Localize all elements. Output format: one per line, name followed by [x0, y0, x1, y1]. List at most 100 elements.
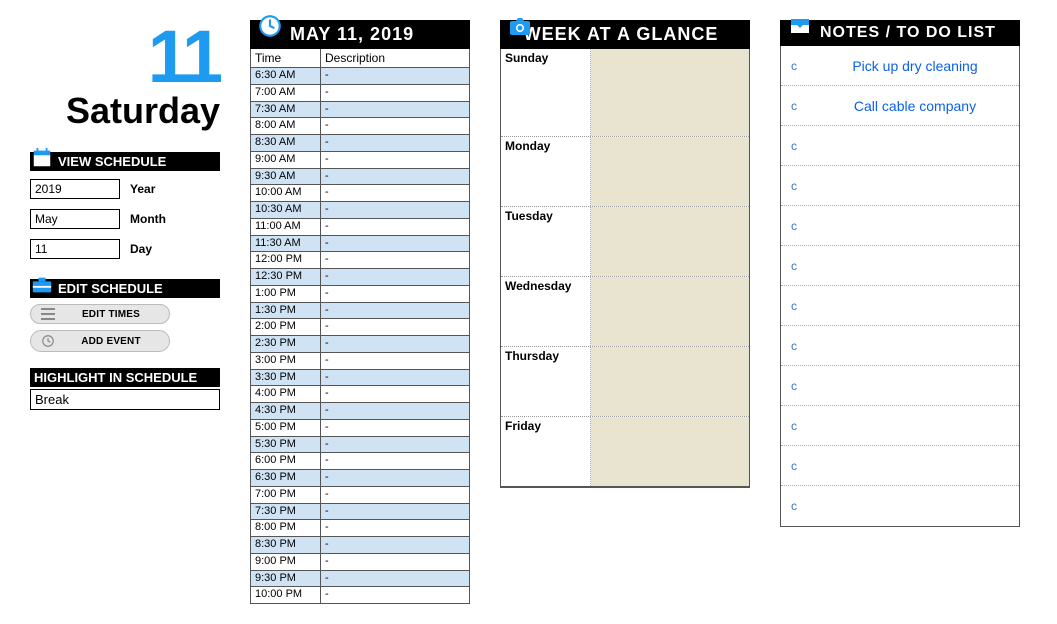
schedule-row[interactable]: 7:30 PM-	[251, 504, 469, 521]
notes-title: NOTES / TO DO LIST	[820, 24, 996, 41]
schedule-desc: -	[321, 68, 469, 84]
highlight-value[interactable]: Break	[30, 389, 220, 410]
note-row[interactable]: c	[781, 246, 1019, 286]
note-row[interactable]: c	[781, 446, 1019, 486]
calendar-icon	[30, 146, 54, 170]
schedule-row[interactable]: 11:00 AM-	[251, 219, 469, 236]
schedule-row[interactable]: 5:00 PM-	[251, 420, 469, 437]
schedule-desc: -	[321, 236, 469, 252]
schedule-row[interactable]: 7:30 AM-	[251, 102, 469, 119]
week-day-label: Monday	[501, 137, 591, 206]
schedule-row[interactable]: 10:00 AM-	[251, 185, 469, 202]
note-row[interactable]: c	[781, 486, 1019, 526]
schedule-row[interactable]: 3:00 PM-	[251, 353, 469, 370]
note-row[interactable]: c	[781, 406, 1019, 446]
schedule-row[interactable]: 4:30 PM-	[251, 403, 469, 420]
month-input[interactable]	[30, 209, 120, 229]
schedule-row[interactable]: 7:00 PM-	[251, 487, 469, 504]
schedule-row[interactable]: 2:30 PM-	[251, 336, 469, 353]
note-row[interactable]: cPick up dry cleaning	[781, 46, 1019, 86]
schedule-row[interactable]: 8:00 PM-	[251, 520, 469, 537]
toolbox-icon	[30, 273, 54, 297]
note-row[interactable]: c	[781, 366, 1019, 406]
schedule-time: 8:30 AM	[251, 135, 321, 151]
week-day-block[interactable]: Monday	[501, 137, 749, 207]
week-day-block[interactable]: Sunday	[501, 49, 749, 137]
edit-times-button[interactable]: EDIT TIMES	[30, 304, 170, 324]
note-row[interactable]: c	[781, 126, 1019, 166]
schedule-row[interactable]: 6:30 AM-	[251, 68, 469, 85]
schedule-row[interactable]: 9:30 AM-	[251, 169, 469, 186]
schedule-row[interactable]: 1:30 PM-	[251, 303, 469, 320]
year-input[interactable]	[30, 179, 120, 199]
note-bullet: c	[785, 259, 815, 273]
schedule-desc: -	[321, 169, 469, 185]
note-bullet: c	[785, 99, 815, 113]
week-day-label: Sunday	[501, 49, 591, 136]
week-day-block[interactable]: Tuesday	[501, 207, 749, 277]
week-day-content[interactable]	[591, 137, 749, 206]
schedule-desc: -	[321, 470, 469, 486]
week-day-block[interactable]: Thursday	[501, 347, 749, 417]
week-day-content[interactable]	[591, 207, 749, 276]
schedule-row[interactable]: 11:30 AM-	[251, 236, 469, 253]
edit-times-label: EDIT TIMES	[63, 309, 159, 320]
schedule-desc: -	[321, 185, 469, 201]
week-day-label: Thursday	[501, 347, 591, 416]
col-time: Time	[251, 49, 321, 67]
schedule-row[interactable]: 6:00 PM-	[251, 453, 469, 470]
schedule-row[interactable]: 2:00 PM-	[251, 319, 469, 336]
schedule-time: 9:30 AM	[251, 169, 321, 185]
note-row[interactable]: c	[781, 326, 1019, 366]
add-event-button[interactable]: ADD EVENT	[30, 330, 170, 352]
list-icon	[41, 308, 55, 320]
week-day-content[interactable]	[591, 347, 749, 416]
schedule-desc: -	[321, 370, 469, 386]
day-number: 11	[30, 20, 220, 94]
schedule-row[interactable]: 4:00 PM-	[251, 386, 469, 403]
week-day-content[interactable]	[591, 49, 749, 136]
day-input[interactable]	[30, 239, 120, 259]
note-row[interactable]: cCall cable company	[781, 86, 1019, 126]
schedule-row[interactable]: 3:30 PM-	[251, 370, 469, 387]
schedule-time: 11:30 AM	[251, 236, 321, 252]
schedule-row[interactable]: 6:30 PM-	[251, 470, 469, 487]
week-day-content[interactable]	[591, 417, 749, 486]
note-bullet: c	[785, 459, 815, 473]
schedule-row[interactable]: 9:00 PM-	[251, 554, 469, 571]
note-row[interactable]: c	[781, 286, 1019, 326]
schedule-desc: -	[321, 520, 469, 536]
schedule-desc: -	[321, 420, 469, 436]
schedule-row[interactable]: 9:00 AM-	[251, 152, 469, 169]
schedule-row[interactable]: 9:30 PM-	[251, 571, 469, 588]
schedule-desc: -	[321, 319, 469, 335]
note-bullet: c	[785, 139, 815, 153]
schedule-columns: Time Description	[251, 49, 469, 68]
schedule-row[interactable]: 12:30 PM-	[251, 269, 469, 286]
week-day-content[interactable]	[591, 277, 749, 346]
schedule-row[interactable]: 5:30 PM-	[251, 437, 469, 454]
week-title: WEEK AT A GLANCE	[524, 24, 719, 44]
schedule-row[interactable]: 10:30 AM-	[251, 202, 469, 219]
month-label: Month	[130, 212, 166, 226]
schedule-desc: -	[321, 202, 469, 218]
schedule-row[interactable]: 12:00 PM-	[251, 252, 469, 269]
schedule-row[interactable]: 1:00 PM-	[251, 286, 469, 303]
note-bullet: c	[785, 219, 815, 233]
camera-icon	[506, 12, 534, 40]
schedule-row[interactable]: 8:30 AM-	[251, 135, 469, 152]
schedule-row[interactable]: 8:00 AM-	[251, 118, 469, 135]
schedule-row[interactable]: 7:00 AM-	[251, 85, 469, 102]
schedule-row[interactable]: 10:00 PM-	[251, 587, 469, 603]
schedule-time: 9:00 PM	[251, 554, 321, 570]
weekday-label: Saturday	[30, 90, 220, 132]
schedule-time: 5:00 PM	[251, 420, 321, 436]
schedule-desc: -	[321, 135, 469, 151]
note-row[interactable]: c	[781, 206, 1019, 246]
week-day-block[interactable]: Wednesday	[501, 277, 749, 347]
schedule-time: 6:30 AM	[251, 68, 321, 84]
note-row[interactable]: c	[781, 166, 1019, 206]
week-day-block[interactable]: Friday	[501, 417, 749, 487]
schedule-row[interactable]: 8:30 PM-	[251, 537, 469, 554]
note-bullet: c	[785, 499, 815, 513]
